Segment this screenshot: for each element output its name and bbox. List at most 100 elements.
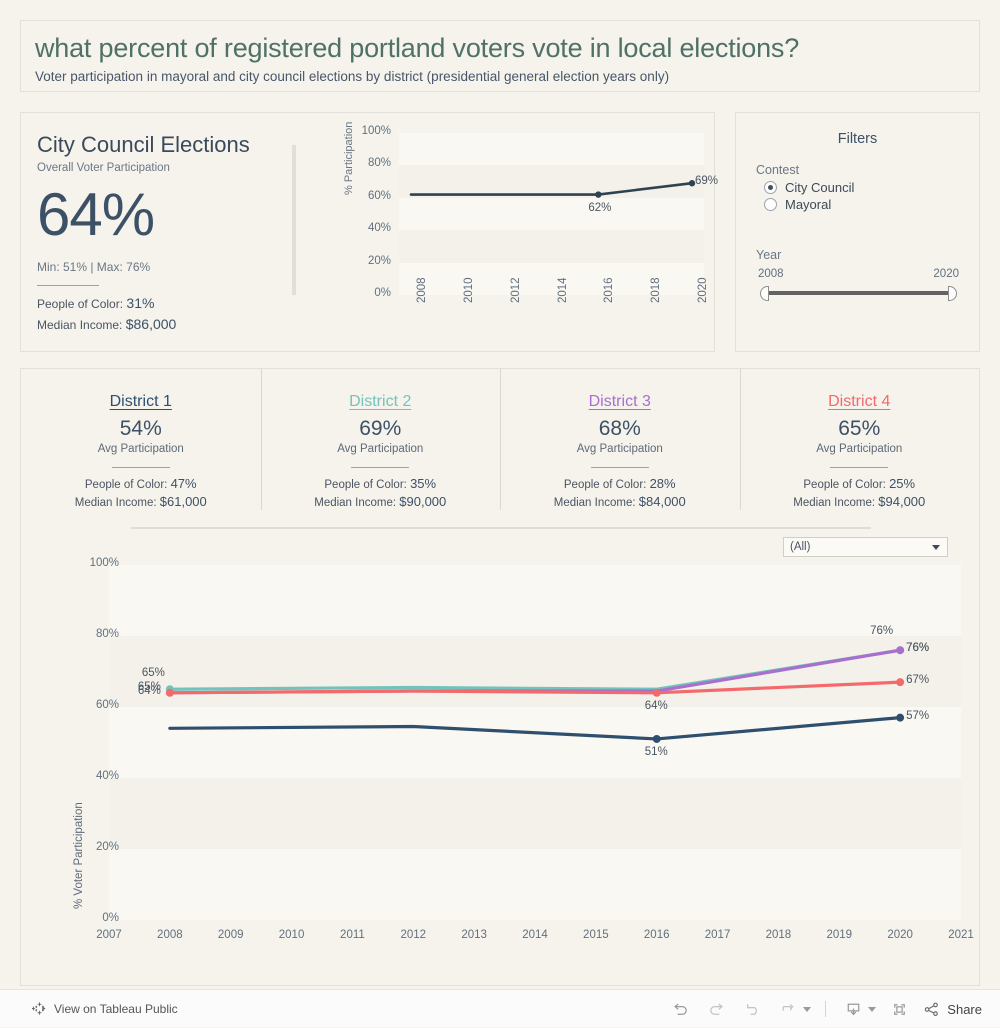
district-link-1[interactable]: District 1 (21, 393, 261, 411)
sparkline-y-tick: 100% (361, 125, 391, 137)
district-link-3[interactable]: District 3 (500, 393, 740, 411)
divider (590, 467, 649, 468)
sparkline-plot-area (399, 133, 704, 295)
undo-button[interactable] (663, 994, 697, 1024)
poc-value: 25% (889, 476, 916, 491)
main-x-tick: 2020 (887, 929, 913, 941)
filters-title: Filters (837, 131, 878, 147)
main-y-tick: 0% (102, 912, 119, 924)
main-y-tick: 80% (95, 628, 119, 640)
download-dropdown-caret[interactable] (868, 1006, 877, 1012)
main-data-label: 57% (906, 709, 930, 722)
main-y-tick: 100% (89, 557, 119, 569)
main-x-tick: 2009 (217, 929, 244, 941)
page-subtitle: Voter participation in mayoral and city … (35, 69, 670, 84)
main-x-tick: 2021 (948, 929, 974, 941)
tableau-logo-icon (32, 1002, 46, 1015)
filters-panel: Filters Contest City Council Mayoral Yea… (735, 112, 980, 352)
sparkline-y-tick: 80% (367, 157, 391, 170)
contest-option-label: City Council (785, 180, 855, 195)
year-max-value: 2020 (933, 268, 959, 280)
district-link-2[interactable]: District 2 (261, 393, 501, 411)
kpi-min-max: Min: 51% | Max: 76% (37, 260, 151, 274)
redo-button[interactable] (699, 994, 733, 1024)
main-x-tick: 2018 (765, 929, 792, 941)
toolbar-actions: Share (663, 990, 982, 1028)
radio-icon[interactable] (764, 181, 777, 194)
district-median-income: Median Income: $94,000 (740, 494, 980, 509)
main-x-tick: 2007 (96, 929, 122, 941)
sparkline-x-tick: 2012 (509, 277, 522, 303)
district-card: District 4 65% Avg Participation People of … (739, 369, 980, 527)
year-range-values: 2008 2020 (758, 268, 959, 283)
district-median-income: Median Income: $90,000 (261, 494, 501, 509)
chevron-down-icon[interactable] (932, 545, 940, 550)
toolbar-divider (825, 1001, 827, 1017)
overall-sparkline-chart: % Participation 0% 20% 40% 60% 80% 100% 2008 2… (321, 122, 718, 343)
main-x-tick: 2016 (643, 929, 670, 941)
slider-handle-right[interactable] (948, 286, 957, 301)
sparkline-x-tick: 2018 (650, 277, 663, 303)
main-x-tick: 2008 (157, 929, 183, 941)
main-x-tick: 2017 (704, 929, 731, 941)
kpi-income-label: Median Income: (37, 318, 123, 332)
revert-button[interactable] (735, 994, 769, 1024)
main-plot-area (109, 565, 961, 920)
sparkline-y-tick: 60% (367, 189, 391, 202)
divider (351, 467, 410, 468)
contest-option-city-council[interactable]: City Council (764, 180, 979, 195)
contest-option-label: Mayoral (785, 197, 832, 212)
kpi-summary: City Council Elections Overall Voter Par… (37, 131, 292, 332)
main-y-tick: 20% (95, 841, 119, 853)
income-value: $84,000 (638, 494, 686, 509)
sparkline-data-label: 69% (695, 175, 719, 188)
download-button[interactable] (836, 994, 870, 1024)
poc-label: People of Color: (803, 479, 886, 491)
contest-filter-label: Contest (756, 163, 800, 177)
main-x-tick: 2013 (461, 929, 487, 941)
refresh-dropdown-caret[interactable] (803, 1006, 812, 1012)
tableau-link-label: View on Tableau Public (54, 1001, 178, 1016)
income-label: Median Income: (793, 497, 876, 509)
main-x-tick: 2012 (400, 929, 427, 941)
tableau-toolbar: View on Tableau Public Share (0, 989, 1000, 1027)
slider-track[interactable] (768, 291, 949, 295)
district-people-of-color: People of Color: 28% (500, 476, 740, 491)
main-x-tick: 2011 (340, 929, 365, 941)
radio-icon[interactable] (764, 198, 777, 211)
main-y-tick: 60% (95, 699, 119, 711)
slider-handle-left[interactable] (760, 286, 769, 301)
district-card: District 2 69% Avg Participation People of … (260, 369, 501, 527)
fullscreen-button[interactable] (882, 994, 916, 1024)
share-icon (925, 1002, 939, 1016)
district-filter-value: (All) (790, 541, 811, 553)
year-range-slider[interactable] (760, 285, 957, 301)
revert-icon (746, 1003, 757, 1015)
sparkline-y-tick: 20% (367, 254, 391, 267)
district-avg-label: Avg Participation (816, 443, 903, 455)
district-link-4[interactable]: District 4 (740, 393, 980, 411)
view-on-tableau-public-link[interactable]: View on Tableau Public (32, 1001, 178, 1016)
sparkline-x-tick: 2016 (603, 277, 616, 303)
district-avg-participation: 65% (838, 417, 881, 440)
poc-value: 35% (410, 476, 437, 491)
poc-label: People of Color: (324, 479, 407, 491)
page-title: what percent of registered portland vote… (35, 33, 800, 63)
refresh-button[interactable] (771, 994, 805, 1024)
contest-option-mayoral[interactable]: Mayoral (764, 197, 979, 212)
district-avg-participation: 69% (359, 417, 402, 440)
district-people-of-color: People of Color: 25% (740, 476, 980, 491)
income-value: $61,000 (159, 494, 207, 509)
district-participation-chart: 0% 20% 40% 60% 80% 100% 2007 2008 2009 2010 2011 20… (21, 557, 981, 965)
share-button[interactable]: Share (918, 1000, 982, 1019)
district-avg-participation: 68% (598, 417, 641, 440)
district-filter-dropdown[interactable]: (All) (783, 537, 948, 557)
main-x-tick: 2010 (278, 929, 305, 941)
income-value: $94,000 (878, 494, 926, 509)
main-data-label: 64% (644, 699, 668, 712)
district-median-income: Median Income: $84,000 (500, 494, 740, 509)
district-avg-participation: 54% (119, 417, 162, 440)
sparkline-x-tick: 2020 (697, 277, 709, 303)
fullscreen-icon (893, 1003, 905, 1015)
income-label: Median Income: (74, 497, 157, 509)
